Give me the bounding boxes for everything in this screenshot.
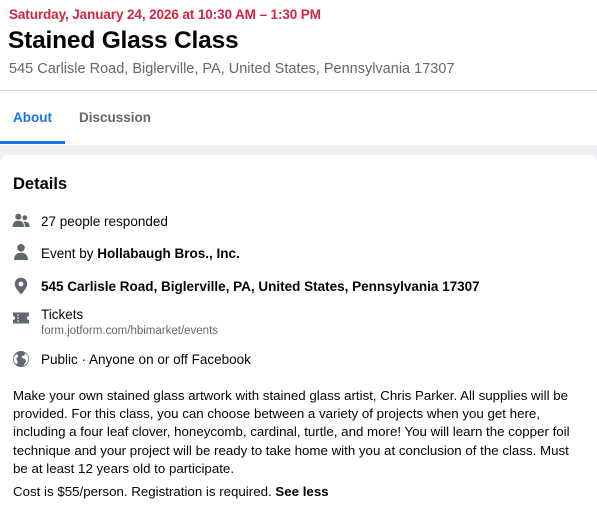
tickets-label: Tickets — [41, 307, 84, 322]
see-less-link[interactable]: See less — [275, 484, 328, 499]
event-by-label: Event by — [41, 246, 98, 261]
event-organizer-row: Event by Hollabaugh Bros., Inc. — [41, 246, 240, 261]
event-description: Make your own stained glass artwork with… — [13, 388, 570, 476]
ticket-icon — [12, 309, 30, 327]
organizer-link[interactable]: Hollabaugh Bros., Inc. — [97, 246, 240, 261]
responded-count: 27 people responded — [41, 214, 168, 229]
tab-about[interactable]: About — [13, 110, 52, 125]
tab-discussion[interactable]: Discussion — [79, 110, 151, 125]
event-date: Saturday, January 24, 2026 at 10:30 AM –… — [9, 7, 321, 22]
person-icon — [12, 243, 30, 261]
event-address[interactable]: 545 Carlisle Road, Biglerville, PA, Unit… — [41, 279, 480, 294]
cost-text: Cost is $55/person. Registration is requ… — [13, 484, 276, 499]
event-header: Saturday, January 24, 2026 at 10:30 AM –… — [0, 0, 597, 145]
details-heading: Details — [13, 175, 68, 193]
privacy-text: Public · Anyone on or off Facebook — [41, 352, 251, 367]
event-location-header[interactable]: 545 Carlisle Road, Biglerville, PA, Unit… — [9, 61, 454, 77]
active-tab-indicator — [0, 141, 65, 144]
globe-icon — [12, 350, 30, 368]
tickets-link[interactable]: form.jotform.com/hbimarket/events — [41, 325, 218, 337]
location-pin-icon — [12, 277, 30, 295]
cost-line: Cost is $55/person. Registration is requ… — [13, 484, 329, 499]
event-title: Stained Glass Class — [8, 27, 239, 54]
people-icon — [12, 212, 30, 230]
header-divider — [0, 90, 597, 91]
